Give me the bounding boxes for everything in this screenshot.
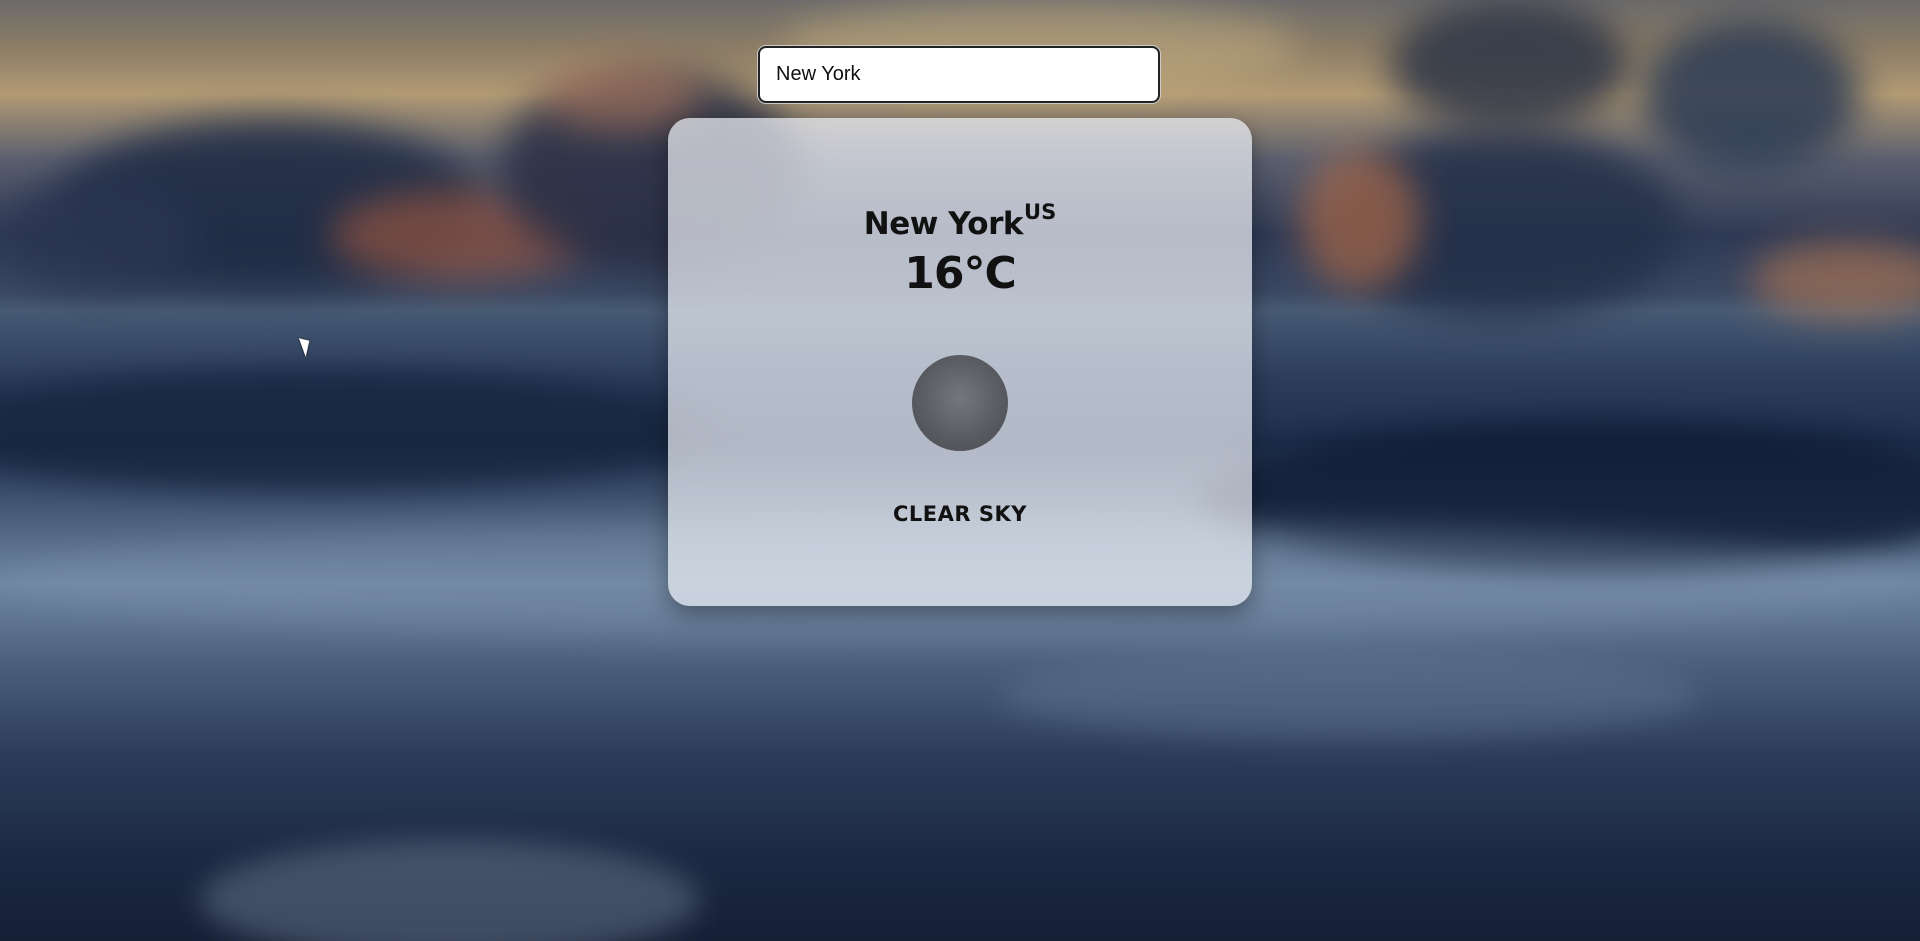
cloud — [0, 180, 200, 290]
weather-card: New YorkUS 16°C CLEAR SKY — [668, 118, 1252, 606]
country-code: US — [1024, 200, 1057, 224]
wave — [200, 840, 700, 941]
weather-card-content: New YorkUS 16°C CLEAR SKY — [668, 118, 1252, 606]
search-box — [758, 46, 1160, 103]
city-heading: New YorkUS — [668, 200, 1252, 242]
mouse-pointer-icon — [298, 335, 315, 357]
weather-condition-icon — [912, 355, 1008, 451]
cloud — [1300, 150, 1420, 290]
cloud — [1390, 0, 1630, 130]
cloud — [1640, 20, 1860, 170]
wave — [0, 370, 720, 490]
background-scene: New YorkUS 16°C CLEAR SKY — [0, 0, 1920, 941]
wave — [1000, 650, 1700, 740]
city-search-input[interactable] — [758, 46, 1160, 103]
weather-description: CLEAR SKY — [893, 502, 1027, 526]
temperature: 16°C — [904, 248, 1017, 299]
cloud — [1750, 240, 1920, 320]
city-name: New York — [863, 206, 1024, 242]
